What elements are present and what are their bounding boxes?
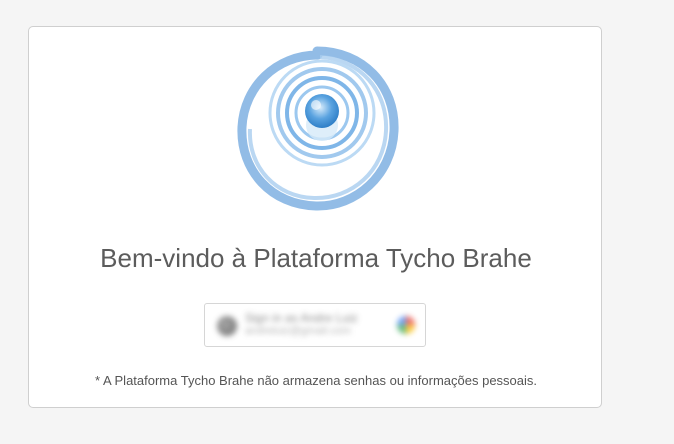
google-signin-button[interactable]: Sign in as Andre Luiz andreluiz@gmail.co…: [204, 303, 426, 347]
signin-email: andreluiz@gmail.com: [245, 325, 351, 337]
tycho-brahe-logo: [237, 46, 399, 211]
privacy-disclaimer: * A Plataforma Tycho Brahe não armazena …: [94, 373, 538, 388]
login-card: Bem-vindo à Plataforma Tycho Brahe Sign …: [28, 26, 602, 408]
signin-content: Sign in as Andre Luiz andreluiz@gmail.co…: [217, 306, 417, 344]
user-avatar: [217, 316, 237, 336]
welcome-heading: Bem-vindo à Plataforma Tycho Brahe: [100, 243, 532, 273]
google-icon: [397, 316, 415, 334]
signin-text: Sign in as Andre Luiz andreluiz@gmail.co…: [245, 312, 358, 338]
signin-name: Sign in as Andre Luiz: [245, 311, 358, 325]
